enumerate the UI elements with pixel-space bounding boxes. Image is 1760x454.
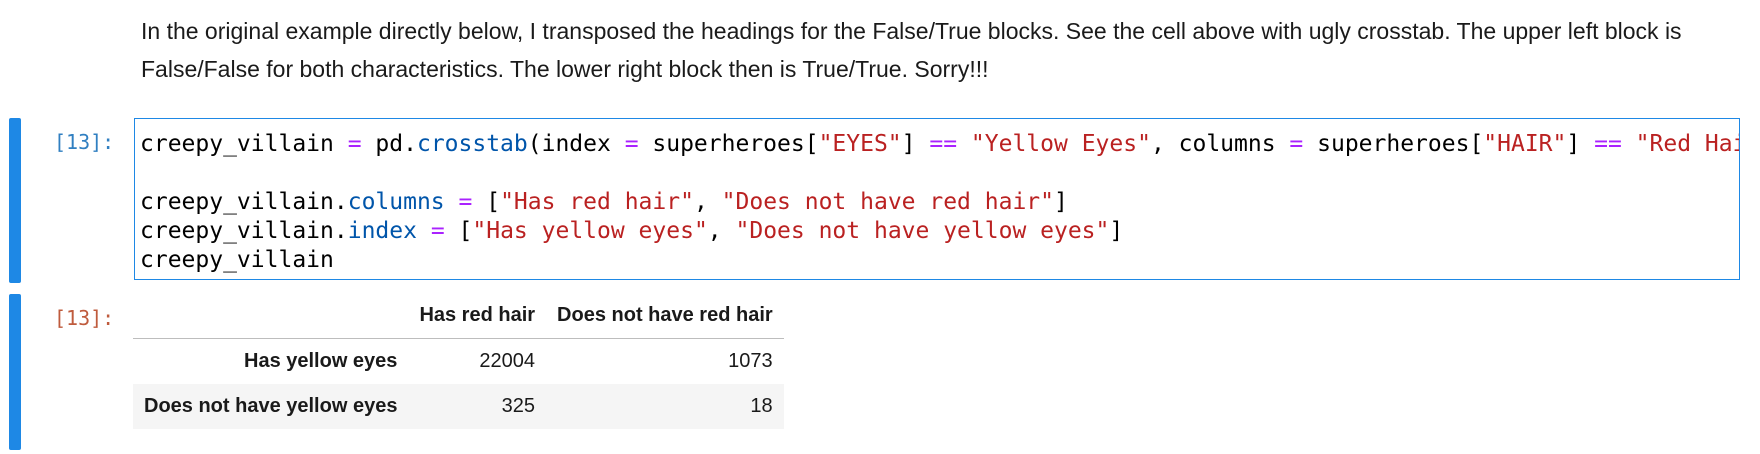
table-row: Has yellow eyes 22004 1073 — [133, 338, 784, 384]
code-line-1: creepy_villain = pd.crosstab(index = sup… — [140, 131, 1739, 157]
code-editor[interactable]: creepy_villain = pd.crosstab(index = sup… — [134, 118, 1740, 280]
markdown-text: In the original example directly below, … — [141, 18, 1682, 82]
code-line-2: creepy_villain.columns = ["Has red hair"… — [140, 189, 1068, 215]
output-collapser-bar[interactable] — [9, 294, 21, 450]
column-header: Does not have red hair — [546, 292, 784, 339]
table-cell: 22004 — [479, 350, 536, 372]
input-collapser-bar[interactable] — [9, 118, 21, 283]
dataframe-table: Has red hair Does not have red hair Has … — [133, 292, 784, 429]
table-cell: 325 — [501, 395, 536, 417]
code-line-4: creepy_villain — [140, 247, 334, 273]
row-index-label: Does not have yellow eyes — [144, 395, 398, 417]
row-index-label: Has yellow eyes — [244, 350, 398, 372]
table-cell: 1073 — [728, 350, 773, 372]
column-header: Has red hair — [408, 292, 547, 339]
table-cell: 18 — [750, 395, 773, 417]
table-row: Does not have yellow eyes 325 18 — [133, 384, 784, 429]
input-prompt: [13]: — [54, 130, 115, 154]
code-line-3: creepy_villain.index = ["Has yellow eyes… — [140, 218, 1124, 244]
table-header-row: Has red hair Does not have red hair — [133, 292, 784, 339]
table-corner-cell — [133, 292, 409, 339]
output-prompt: [13]: — [54, 306, 115, 330]
output-area: Has red hair Does not have red hair Has … — [133, 292, 784, 429]
markdown-cell[interactable]: In the original example directly below, … — [141, 12, 1731, 88]
